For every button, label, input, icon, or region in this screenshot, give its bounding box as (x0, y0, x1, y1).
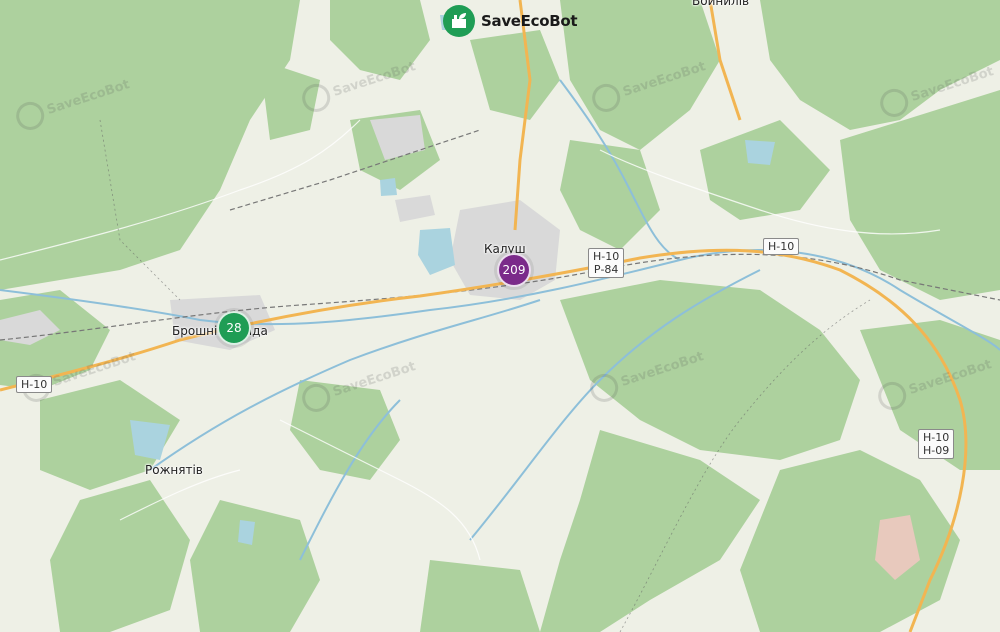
place-label-voinyliv: Войнилів (692, 0, 750, 8)
place-label-rozhniativ: Рожнятів (145, 463, 203, 477)
brand-name: SaveEcoBot (481, 12, 578, 30)
map-canvas[interactable]: SaveEcoBot SaveEcoBot SaveEcoBot SaveEco… (0, 0, 1000, 632)
saveecobot-logo-icon (443, 5, 475, 37)
road-shield-h10-p84: Н-10 Р-84 (588, 248, 625, 278)
cluster-marker-kalush[interactable]: 209 (497, 253, 531, 287)
cluster-marker-broshniv[interactable]: 28 (217, 311, 251, 345)
road-shield-h10: Н-10 (16, 376, 53, 393)
map-tiles (0, 0, 1000, 632)
factory-leaf-icon (452, 13, 466, 28)
saveecobot-logo[interactable]: SaveEcoBot (443, 5, 578, 37)
road-shield-h10-h09: Н-10 Н-09 (918, 429, 955, 459)
road-shield-h10: Н-10 (763, 238, 800, 255)
